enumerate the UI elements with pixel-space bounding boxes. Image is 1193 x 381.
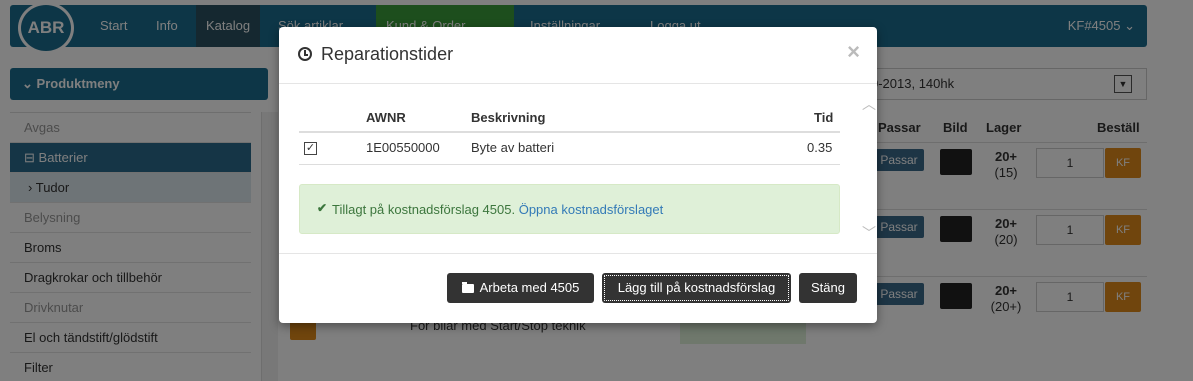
- modal-footer: Arbeta med 4505 Lägg till på kostnadsför…: [279, 253, 877, 323]
- cell-description: Byte av batteri: [471, 140, 555, 155]
- header-divider: [299, 131, 840, 133]
- modal-header: Reparationstider ×: [279, 27, 877, 84]
- check-icon: ✔: [317, 201, 328, 215]
- success-alert: ✔ Tillagt på kostnadsförslag 4505. Öppna…: [299, 184, 840, 234]
- modal-body: AWNR Beskrivning Tid ✓ 1E00550000 Byte a…: [279, 84, 877, 253]
- cell-awnr: 1E00550000: [366, 140, 440, 155]
- work-on-quote-button[interactable]: Arbeta med 4505: [447, 273, 594, 303]
- modal-title: Reparationstider: [321, 44, 454, 64]
- clock-icon: [298, 47, 312, 61]
- modal-scrollbar[interactable]: ︿ ﹀: [860, 84, 877, 253]
- folder-open-icon: [461, 282, 474, 293]
- row-checkbox[interactable]: ✓: [304, 142, 317, 155]
- row-divider: [299, 164, 840, 165]
- repair-times-modal: Reparationstider × AWNR Beskrivning Tid …: [279, 27, 877, 323]
- alert-text: Tillagt på kostnadsförslag 4505.: [332, 202, 516, 217]
- cell-time: 0.35: [807, 140, 833, 155]
- add-to-quote-button[interactable]: Lägg till på kostnadsförslag: [602, 273, 791, 303]
- close-icon[interactable]: ×: [847, 39, 860, 65]
- header-time: Tid: [814, 110, 834, 125]
- scroll-down-icon[interactable]: ﹀: [862, 223, 876, 243]
- open-quote-link[interactable]: Öppna kostnadsförslaget: [519, 202, 664, 217]
- header-description: Beskrivning: [471, 110, 546, 125]
- scroll-up-icon[interactable]: ︿: [862, 94, 876, 114]
- header-awnr: AWNR: [366, 110, 406, 125]
- alert-message: Tillagt på kostnadsförslag 4505. Öppna k…: [332, 202, 663, 217]
- button-label: Arbeta med 4505: [479, 280, 580, 295]
- close-button[interactable]: Stäng: [799, 273, 857, 303]
